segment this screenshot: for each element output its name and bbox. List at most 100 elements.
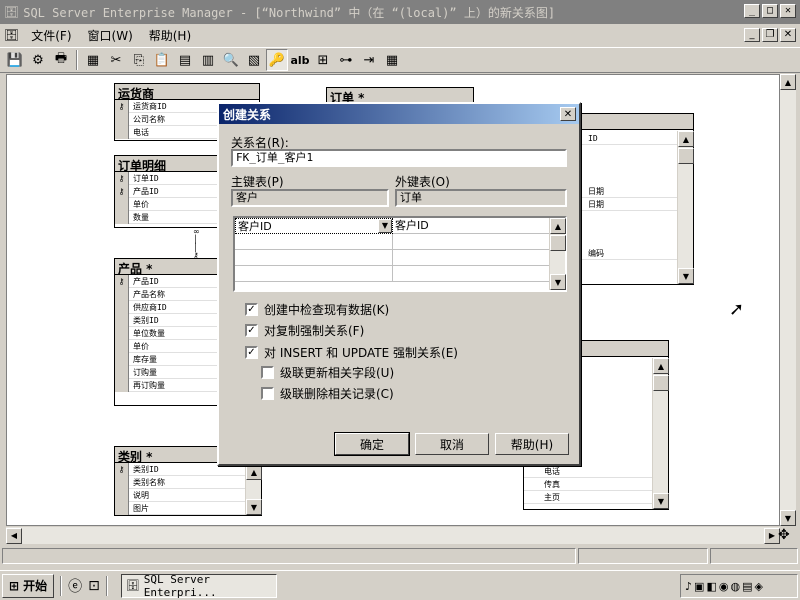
- menu-help[interactable]: 帮助(H): [141, 27, 199, 44]
- child-close-button[interactable]: ✕: [780, 28, 796, 42]
- paste-icon[interactable]: 📋: [151, 49, 173, 71]
- relationship-line[interactable]: ∞ │ │ ⚷: [193, 228, 200, 260]
- child-minimize-button[interactable]: _: [744, 28, 760, 42]
- table-row[interactable]: ⚷ 产品ID: [115, 274, 221, 288]
- ie-icon[interactable]: ⓔ: [68, 576, 82, 596]
- key-icon: ⚷: [115, 274, 129, 288]
- tray-network-icon[interactable]: ◉: [719, 580, 729, 593]
- show-relationship-labels-icon[interactable]: ⇥: [358, 49, 380, 71]
- scroll-up-button[interactable]: ▲: [780, 74, 796, 90]
- table-order-details[interactable]: 订单明细 ⚷ 订单ID ⚷ 产品ID 单价 数量: [114, 155, 222, 228]
- menu-bar: 🗄 文件(F) 窗口(W) 帮助(H) _ ❐ ✕: [0, 24, 800, 46]
- table-row[interactable]: 库存量: [115, 352, 221, 366]
- scroll-down-button[interactable]: ▼: [653, 493, 669, 509]
- table-row[interactable]: 主页: [524, 491, 668, 504]
- canvas-hscrollbar[interactable]: ◀ ▶: [6, 527, 780, 544]
- child-restore-button[interactable]: ❐: [762, 28, 778, 42]
- tray-app-icon[interactable]: ◧: [706, 580, 716, 593]
- arrange-tables-icon[interactable]: ⊞: [312, 49, 334, 71]
- tray-volume-icon[interactable]: ♪: [685, 580, 692, 593]
- foreign-key-column-cell[interactable]: 客户ID: [393, 218, 551, 234]
- scroll-thumb[interactable]: [653, 375, 669, 391]
- scroll-down-button[interactable]: ▼: [550, 274, 566, 290]
- table-row[interactable]: 产品名称: [115, 287, 221, 301]
- table-row[interactable]: 传真: [524, 478, 668, 491]
- properties-icon[interactable]: ⚙: [27, 49, 49, 71]
- dropdown-arrow-icon[interactable]: ▼: [378, 219, 392, 233]
- cancel-button[interactable]: 取消: [415, 433, 489, 455]
- add-table-icon[interactable]: ▦: [82, 49, 104, 71]
- tray-server-icon[interactable]: ▤: [742, 580, 752, 593]
- title-bar: 🗄 SQL Server Enterprise Manager - [“Nort…: [0, 0, 800, 24]
- table-row[interactable]: ⚷ 产品ID: [115, 184, 221, 198]
- table-products[interactable]: 产品 * ⚷ 产品ID 产品名称 供应商ID 类别ID 单位数量 单价 库存量 订…: [114, 258, 222, 406]
- table-row[interactable]: 数量: [115, 210, 221, 224]
- start-button[interactable]: ⊞ 开始: [2, 573, 55, 598]
- ok-button[interactable]: 确定: [334, 432, 410, 456]
- checkbox-unchecked-icon: [261, 366, 274, 379]
- scroll-down-button[interactable]: ▼: [678, 268, 694, 284]
- table-row[interactable]: 再订购量: [115, 378, 221, 392]
- scroll-up-button[interactable]: ▲: [678, 131, 694, 147]
- minimize-button[interactable]: _: [744, 4, 760, 18]
- table-row[interactable]: 类别ID: [115, 313, 221, 327]
- save-icon[interactable]: 💾: [4, 49, 26, 71]
- key-icon: ⚷: [115, 184, 129, 198]
- help-button[interactable]: 帮助(H): [495, 433, 569, 455]
- check-existing-data-checkbox[interactable]: ✓ 创建中检查现有数据(K): [245, 301, 389, 318]
- cascade-update-checkbox[interactable]: 级联更新相关字段(U): [261, 364, 394, 381]
- enforce-insert-update-checkbox[interactable]: ✓ 对 INSERT 和 UPDATE 强制关系(E): [245, 344, 458, 361]
- tray-globe-icon[interactable]: ◍: [730, 580, 740, 593]
- canvas-vscrollbar[interactable]: ▲ ▼: [780, 74, 796, 526]
- table-row[interactable]: 电话: [524, 465, 668, 478]
- menu-window[interactable]: 窗口(W): [80, 27, 141, 44]
- table-row[interactable]: 供应商ID: [115, 300, 221, 314]
- checkbox-checked-icon: ✓: [245, 346, 258, 359]
- tray-sql-icon[interactable]: ▣: [694, 580, 704, 593]
- new-text-icon[interactable]: ▥: [197, 49, 219, 71]
- relationship-icon[interactable]: ⊶: [335, 49, 357, 71]
- table-row[interactable]: 单价: [115, 197, 221, 211]
- relationship-name-input[interactable]: FK_订单_客户1: [231, 149, 567, 167]
- table-row[interactable]: ⚷ 订单ID: [115, 171, 221, 185]
- table-row[interactable]: 单价: [115, 339, 221, 353]
- outlook-icon[interactable]: ⊡: [88, 578, 100, 594]
- move-icon[interactable]: ✥: [778, 527, 790, 543]
- scroll-up-button[interactable]: ▲: [246, 464, 262, 480]
- tray-misc-icon[interactable]: ◈: [754, 580, 762, 593]
- primary-key-column-select[interactable]: 客户ID ▼: [235, 218, 393, 234]
- scroll-up-button[interactable]: ▲: [550, 218, 566, 234]
- primary-key-icon[interactable]: 🔑: [266, 49, 288, 71]
- column-mapping-grid[interactable]: 客户ID ▼ 客户ID ▲ ▼: [233, 216, 567, 292]
- dialog-close-button[interactable]: ✕: [560, 107, 576, 121]
- cascade-delete-checkbox[interactable]: 级联删除相关记录(C): [261, 385, 394, 402]
- enforce-replication-checkbox[interactable]: ✓ 对复制强制关系(F): [245, 322, 364, 339]
- cursor-icon: ➚: [729, 299, 745, 320]
- scroll-thumb[interactable]: [550, 235, 566, 251]
- scroll-up-button[interactable]: ▲: [653, 358, 669, 374]
- taskbar-item-enterprise-manager[interactable]: 🗄 SQL Server Enterpri...: [120, 573, 277, 599]
- print-icon[interactable]: 🖶: [50, 49, 72, 71]
- system-tray: ♪ ▣ ◧ ◉ ◍ ▤ ◈: [680, 574, 798, 598]
- scroll-thumb[interactable]: [678, 148, 694, 164]
- maximize-button[interactable]: □: [762, 4, 778, 18]
- text-annotation-icon[interactable]: alb: [289, 49, 311, 71]
- menu-file[interactable]: 文件(F): [23, 27, 79, 44]
- table-row[interactable]: 类别名称: [115, 475, 261, 489]
- copy-icon[interactable]: ⎘: [128, 49, 150, 71]
- close-button[interactable]: ✕: [780, 4, 796, 18]
- status-bar: [0, 546, 800, 566]
- scroll-down-button[interactable]: ▼: [246, 499, 262, 515]
- table-row[interactable]: 单位数量: [115, 326, 221, 340]
- table-row[interactable]: 图片: [115, 501, 261, 515]
- table-row[interactable]: 说明: [115, 488, 261, 502]
- table-view-icon[interactable]: ▦: [381, 49, 403, 71]
- cut-icon[interactable]: ✂: [105, 49, 127, 71]
- table-title: 订单明细: [115, 156, 221, 173]
- scroll-down-button[interactable]: ▼: [780, 510, 796, 526]
- new-table-icon[interactable]: ▤: [174, 49, 196, 71]
- table-row[interactable]: 订购量: [115, 365, 221, 379]
- layout-icon[interactable]: ▧: [243, 49, 265, 71]
- scroll-left-button[interactable]: ◀: [6, 527, 22, 544]
- zoom-icon[interactable]: 🔍: [220, 49, 242, 71]
